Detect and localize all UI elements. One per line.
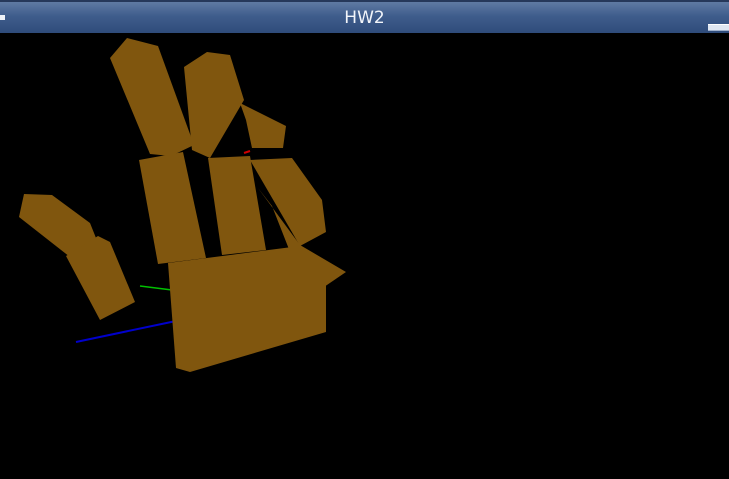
window-title: HW2 — [344, 8, 385, 28]
x-axis-line — [243, 150, 251, 154]
opengl-viewport[interactable] — [0, 33, 729, 479]
index-finger-proximal — [139, 152, 206, 264]
index-finger-distal — [110, 38, 194, 156]
minimize-icon[interactable] — [708, 24, 729, 31]
window-titlebar[interactable]: HW2 — [0, 0, 729, 33]
y-axis-line — [139, 285, 173, 291]
middle-finger-distal — [184, 52, 244, 158]
hand-model — [19, 38, 346, 372]
z-axis-line — [75, 320, 177, 343]
palm — [168, 246, 326, 372]
hand-model-scene — [19, 38, 346, 372]
middle-finger-tip — [240, 103, 286, 148]
